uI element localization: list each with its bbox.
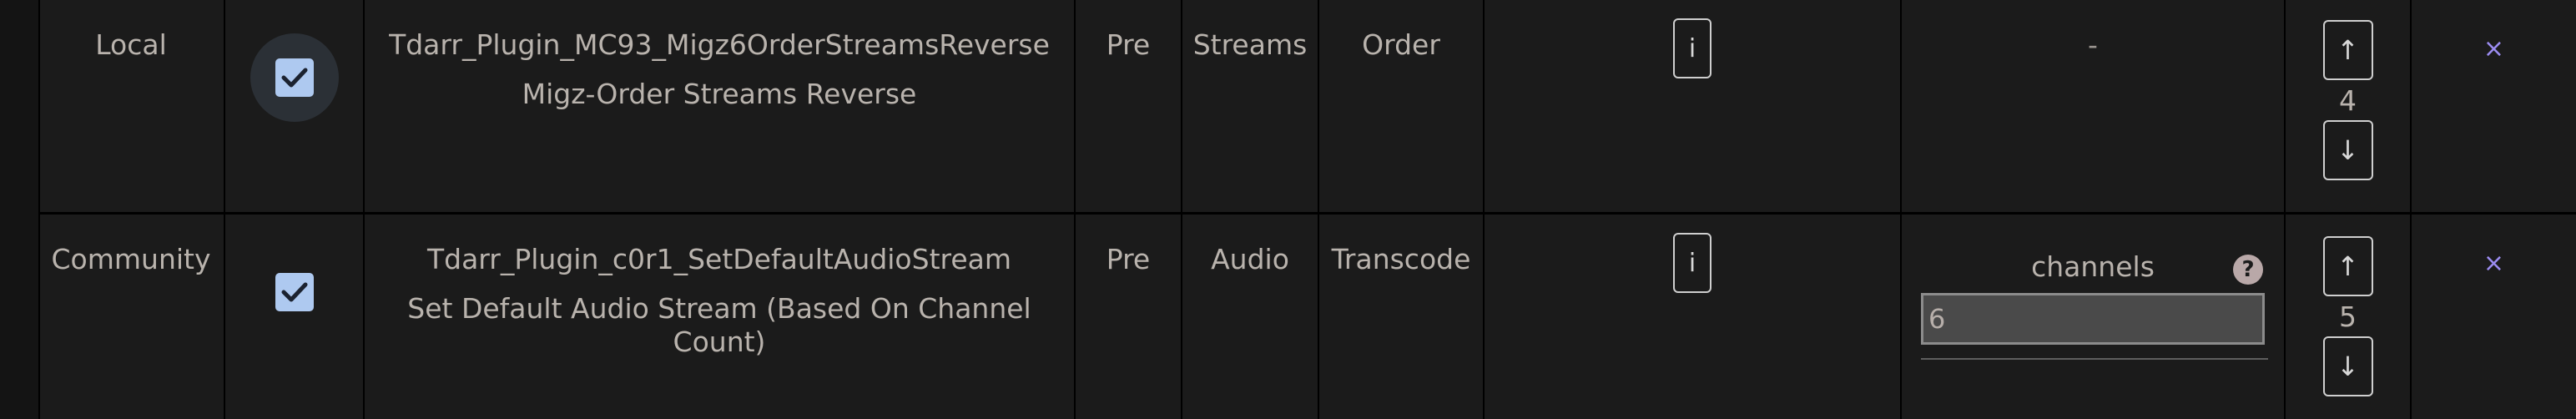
plugin-operation: Transcode — [1331, 243, 1471, 275]
plugin-stack-panel: Local Tdarr_Plugin_MC93_Migz6OrderStream… — [0, 0, 2576, 419]
plugin-type: Audio — [1211, 243, 1289, 275]
help-icon[interactable]: ? — [2233, 255, 2263, 285]
info-button[interactable]: i — [1673, 233, 1711, 293]
stage-cell: Pre — [1075, 213, 1182, 419]
type-cell: Streams — [1182, 0, 1319, 215]
move-up-button[interactable]: ↑ — [2322, 20, 2373, 80]
enabled-cell — [224, 213, 365, 419]
no-settings-placeholder: - — [2088, 28, 2098, 61]
source-cell: Community — [38, 213, 225, 419]
order-cell: ↑ 4 ↓ — [2285, 0, 2412, 215]
settings-cell: - — [1901, 0, 2286, 215]
table-row: Local Tdarr_Plugin_MC93_Migz6OrderStream… — [38, 0, 2576, 215]
plugin-operation: Order — [1362, 28, 1440, 61]
checkmark-icon — [281, 68, 307, 88]
enabled-cell — [224, 0, 365, 215]
source-cell: Local — [38, 0, 225, 215]
move-down-button[interactable]: ↓ — [2322, 336, 2373, 396]
plugin-name: Migz-Order Streams Reverse — [522, 78, 917, 110]
remove-plugin-button[interactable]: × — [2483, 33, 2504, 65]
move-down-button[interactable]: ↓ — [2322, 120, 2373, 180]
channels-input[interactable] — [1921, 293, 2265, 345]
plugin-source: Community — [51, 243, 211, 275]
remove-plugin-button[interactable]: × — [2483, 248, 2504, 280]
plugin-type: Streams — [1192, 28, 1308, 61]
plugin-id: Tdarr_Plugin_c0r1_SetDefaultAudioStream — [426, 243, 1012, 275]
plugin-source: Local — [95, 28, 167, 61]
info-button[interactable]: i — [1673, 18, 1711, 78]
stage-cell: Pre — [1075, 0, 1182, 215]
checkmark-icon — [281, 282, 307, 302]
table-row: Community Tdarr_Plugin_c0r1_SetDefaultAu… — [38, 213, 2576, 419]
move-up-button[interactable]: ↑ — [2322, 236, 2373, 296]
enabled-checkbox[interactable] — [275, 273, 314, 311]
remove-cell: × — [2411, 214, 2576, 419]
order-number: 5 — [2339, 300, 2357, 333]
setting-label-channels: channels — [2031, 250, 2155, 283]
plugin-setting: channels ? — [1921, 250, 2268, 360]
plugin-table: Local Tdarr_Plugin_MC93_Migz6OrderStream… — [38, 0, 2576, 419]
info-cell: i — [1484, 213, 1902, 419]
plugin-id: Tdarr_Plugin_MC93_Migz6OrderStreamsRever… — [389, 28, 1050, 61]
settings-cell: channels ? — [1901, 213, 2286, 419]
left-gutter — [0, 0, 40, 419]
plugin-name-cell: Tdarr_Plugin_MC93_Migz6OrderStreamsRever… — [364, 0, 1076, 215]
operation-cell: Order — [1318, 0, 1485, 215]
plugin-stage: Pre — [1106, 28, 1151, 61]
plugin-stage: Pre — [1106, 243, 1151, 275]
checkbox-wrap — [250, 248, 339, 336]
enabled-checkbox[interactable] — [275, 58, 314, 97]
info-cell: i — [1484, 0, 1902, 215]
checkbox-focus-ring — [250, 33, 339, 122]
setting-divider — [1921, 358, 2268, 360]
operation-cell: Transcode — [1318, 213, 1485, 419]
order-cell: ↑ 5 ↓ — [2285, 213, 2412, 419]
remove-cell: × — [2411, 0, 2576, 215]
type-cell: Audio — [1182, 213, 1319, 419]
order-number: 4 — [2339, 84, 2357, 117]
plugin-name-cell: Tdarr_Plugin_c0r1_SetDefaultAudioStream … — [364, 213, 1076, 419]
plugin-name: Set Default Audio Stream (Based On Chann… — [407, 292, 1031, 358]
